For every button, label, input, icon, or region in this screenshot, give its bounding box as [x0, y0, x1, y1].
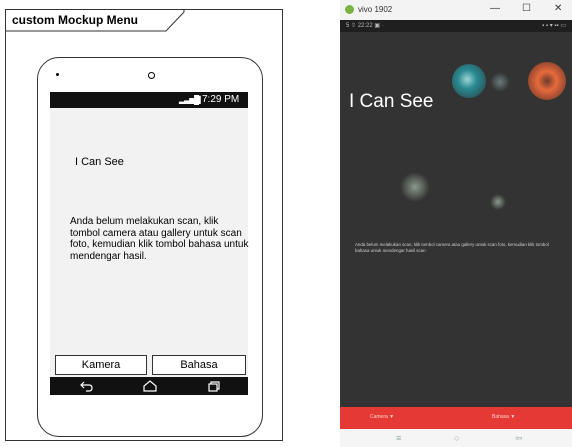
battery-icon: [194, 95, 199, 105]
status-bar: ▂▃▅▇ 7:29 PM: [50, 92, 248, 108]
back-icon[interactable]: [80, 380, 94, 392]
maximize-button[interactable]: ☐: [522, 3, 531, 14]
recents-icon[interactable]: ≡: [396, 433, 401, 443]
emulator-status-bar: 5 ⇧ 22:22 ▣ · ▪ ▪ ▾ ▪▪ ▭: [340, 20, 572, 32]
emulator-bahasa-button[interactable]: Bahasa ▼: [492, 414, 515, 420]
emulator-camera-button[interactable]: Camera ▼: [370, 414, 394, 420]
home-icon[interactable]: ○: [454, 433, 459, 443]
recents-icon[interactable]: [208, 380, 220, 392]
navigation-bar: [50, 377, 248, 395]
mockup-frame: custom Mockup Menu ▂▃▅▇ 7:29 PM I Can Se…: [5, 9, 283, 441]
emulator-bottom-bar: Camera ▼ Bahasa ▼: [340, 407, 572, 429]
kamera-button[interactable]: Kamera: [55, 355, 147, 375]
instruction-message: Anda belum melakukan scan, klik tombol c…: [70, 216, 249, 262]
emulator-title: vivo 1902: [358, 5, 393, 14]
emulator-window: vivo 1902 — ☐ ✕ 5 ⇧ 22:22 ▣ · ▪ ▪ ▾ ▪▪ ▭…: [340, 0, 572, 447]
back-icon[interactable]: ⇦: [515, 433, 523, 444]
phone-device: ▂▃▅▇ 7:29 PM I Can See Anda belum melaku…: [37, 57, 263, 437]
front-camera: [56, 73, 59, 76]
emulator-app-title: I Can See: [349, 91, 434, 112]
camera-fab-icon[interactable]: [528, 62, 566, 100]
blurred-dot: [490, 72, 510, 92]
status-time: 7:29 PM: [202, 94, 240, 105]
gallery-fab-icon[interactable]: [452, 64, 486, 98]
emulator-nav-bar: ≡ ○ ⇦: [340, 429, 572, 447]
emulator-titlebar: vivo 1902 — ☐ ✕: [340, 0, 572, 20]
android-logo-icon: [345, 5, 354, 14]
emulator-status-left: 5 ⇧ 22:22 ▣ ·: [346, 23, 384, 29]
home-icon[interactable]: [143, 380, 157, 392]
emulator-app-screen: I Can See Anda belum melakukan scan, kli…: [340, 32, 572, 407]
minimize-button[interactable]: —: [490, 3, 500, 14]
emulator-instruction-message: Anda belum melakukan scan, klik tombol c…: [355, 242, 549, 253]
emulator-status-right: ▪ ▪ ▾ ▪▪ ▭: [542, 23, 566, 29]
frame-title: custom Mockup Menu: [12, 13, 139, 27]
speaker: [148, 72, 155, 79]
blurred-glow: [400, 172, 430, 202]
close-button[interactable]: ✕: [554, 3, 562, 14]
phone-screen: ▂▃▅▇ 7:29 PM I Can See Anda belum melaku…: [50, 92, 249, 395]
app-title: I Can See: [75, 156, 124, 168]
bahasa-button[interactable]: Bahasa: [152, 355, 246, 375]
blurred-glow: [490, 194, 506, 210]
